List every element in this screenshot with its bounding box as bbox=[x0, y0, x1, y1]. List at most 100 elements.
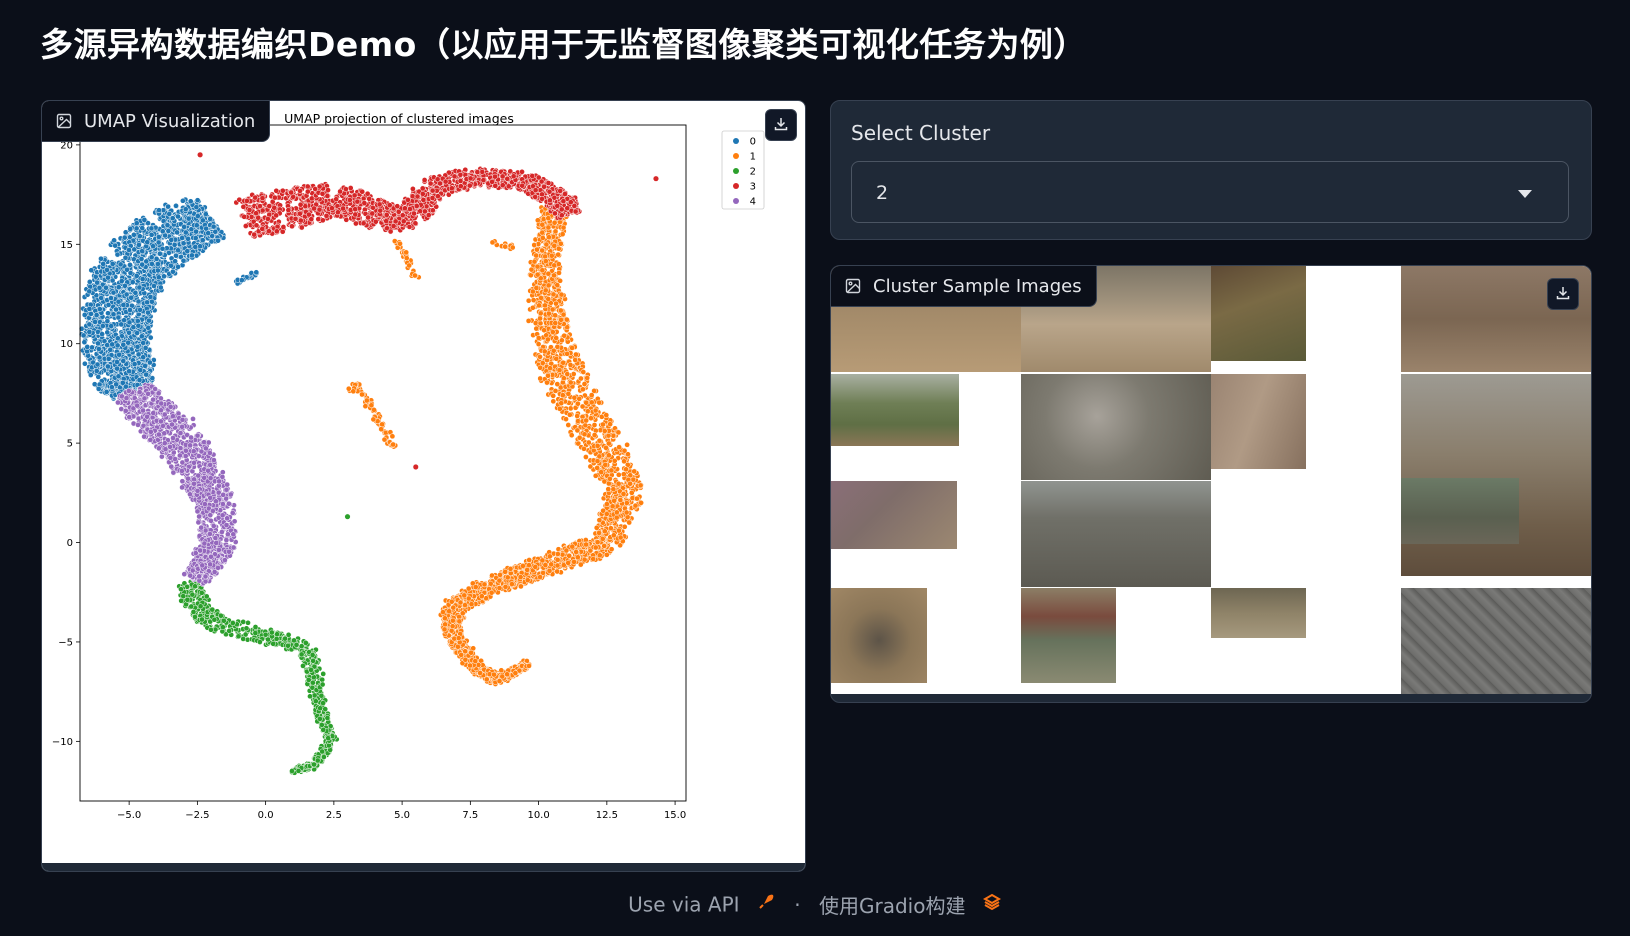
data-point bbox=[603, 412, 610, 418]
data-point bbox=[93, 312, 100, 318]
data-point bbox=[560, 359, 567, 366]
data-point bbox=[610, 532, 617, 539]
data-point bbox=[87, 283, 94, 290]
data-point bbox=[531, 258, 538, 265]
data-point bbox=[596, 517, 603, 523]
data-point bbox=[574, 413, 581, 419]
data-point bbox=[151, 283, 157, 289]
data-point bbox=[526, 562, 532, 569]
data-point bbox=[545, 296, 552, 302]
data-point bbox=[109, 261, 116, 267]
data-point bbox=[616, 527, 622, 534]
data-point bbox=[602, 461, 609, 468]
data-point bbox=[502, 583, 509, 590]
data-point bbox=[446, 608, 453, 615]
data-point bbox=[561, 375, 567, 382]
data-point bbox=[539, 235, 546, 241]
data-point bbox=[524, 567, 531, 573]
data-point bbox=[128, 294, 135, 301]
data-point bbox=[578, 375, 584, 382]
data-point bbox=[440, 609, 446, 615]
data-point bbox=[126, 319, 133, 326]
data-point bbox=[551, 272, 557, 279]
data-point bbox=[634, 495, 640, 502]
data-point bbox=[112, 242, 119, 249]
data-point bbox=[580, 369, 587, 375]
data-point bbox=[558, 400, 565, 407]
data-point bbox=[109, 277, 116, 284]
data-point bbox=[166, 211, 173, 217]
data-point bbox=[623, 466, 629, 473]
data-point bbox=[193, 204, 200, 211]
data-point bbox=[134, 330, 140, 336]
umap-download-button[interactable] bbox=[765, 109, 797, 141]
data-point bbox=[591, 422, 598, 428]
data-point bbox=[543, 241, 550, 248]
umap-scatter-chart: −5.0 −2.5 0.0 2.5 5.0 7.5 10.0 12.5 15.020151050… bbox=[52, 111, 765, 821]
data-point bbox=[115, 298, 122, 305]
data-point bbox=[134, 318, 141, 324]
data-point bbox=[620, 491, 627, 497]
data-point bbox=[107, 346, 114, 353]
data-point bbox=[526, 557, 533, 563]
data-point bbox=[132, 289, 139, 296]
data-point bbox=[539, 221, 546, 228]
data-point bbox=[174, 229, 180, 236]
data-point bbox=[135, 351, 142, 358]
data-point bbox=[455, 635, 462, 641]
data-point bbox=[111, 237, 117, 244]
data-point bbox=[555, 245, 562, 252]
data-point bbox=[99, 323, 106, 329]
data-point bbox=[567, 405, 574, 412]
umap-panel-title: UMAP Visualization bbox=[84, 110, 256, 132]
data-point bbox=[624, 514, 631, 520]
data-point bbox=[613, 514, 620, 521]
data-point bbox=[608, 546, 615, 553]
data-point bbox=[548, 561, 555, 568]
data-point bbox=[208, 238, 215, 245]
data-point bbox=[103, 389, 110, 395]
data-point bbox=[105, 363, 111, 370]
data-point bbox=[499, 673, 506, 680]
data-point bbox=[541, 348, 548, 355]
data-point bbox=[105, 302, 112, 308]
data-point bbox=[442, 615, 448, 622]
data-point bbox=[608, 467, 615, 474]
data-point bbox=[488, 589, 495, 596]
data-point bbox=[139, 225, 146, 231]
data-point bbox=[110, 311, 117, 318]
data-point bbox=[551, 219, 558, 226]
data-point bbox=[175, 213, 181, 220]
data-point bbox=[179, 235, 185, 241]
data-point bbox=[96, 354, 103, 361]
data-point bbox=[621, 447, 628, 454]
data-point bbox=[199, 237, 206, 244]
data-point bbox=[534, 263, 541, 270]
data-point bbox=[581, 445, 587, 452]
data-point bbox=[532, 564, 539, 570]
data-point bbox=[138, 333, 145, 340]
data-point bbox=[496, 577, 503, 584]
data-point bbox=[155, 267, 161, 274]
data-point bbox=[164, 222, 171, 229]
data-point bbox=[189, 252, 195, 259]
data-point bbox=[545, 224, 552, 231]
data-point bbox=[94, 279, 101, 286]
data-point bbox=[581, 381, 588, 387]
data-point bbox=[94, 361, 101, 368]
data-point bbox=[205, 230, 212, 236]
data-point bbox=[541, 327, 547, 334]
data-point bbox=[478, 593, 485, 600]
download-icon bbox=[774, 116, 788, 135]
cluster-1-points bbox=[437, 204, 644, 687]
data-point bbox=[624, 441, 630, 448]
data-point bbox=[565, 560, 572, 566]
data-point bbox=[611, 457, 618, 464]
data-point bbox=[109, 341, 116, 348]
data-point bbox=[555, 251, 562, 258]
data-point bbox=[616, 444, 622, 451]
data-point bbox=[542, 302, 548, 309]
data-point bbox=[449, 623, 456, 630]
data-point bbox=[170, 268, 176, 275]
data-point bbox=[598, 469, 605, 476]
